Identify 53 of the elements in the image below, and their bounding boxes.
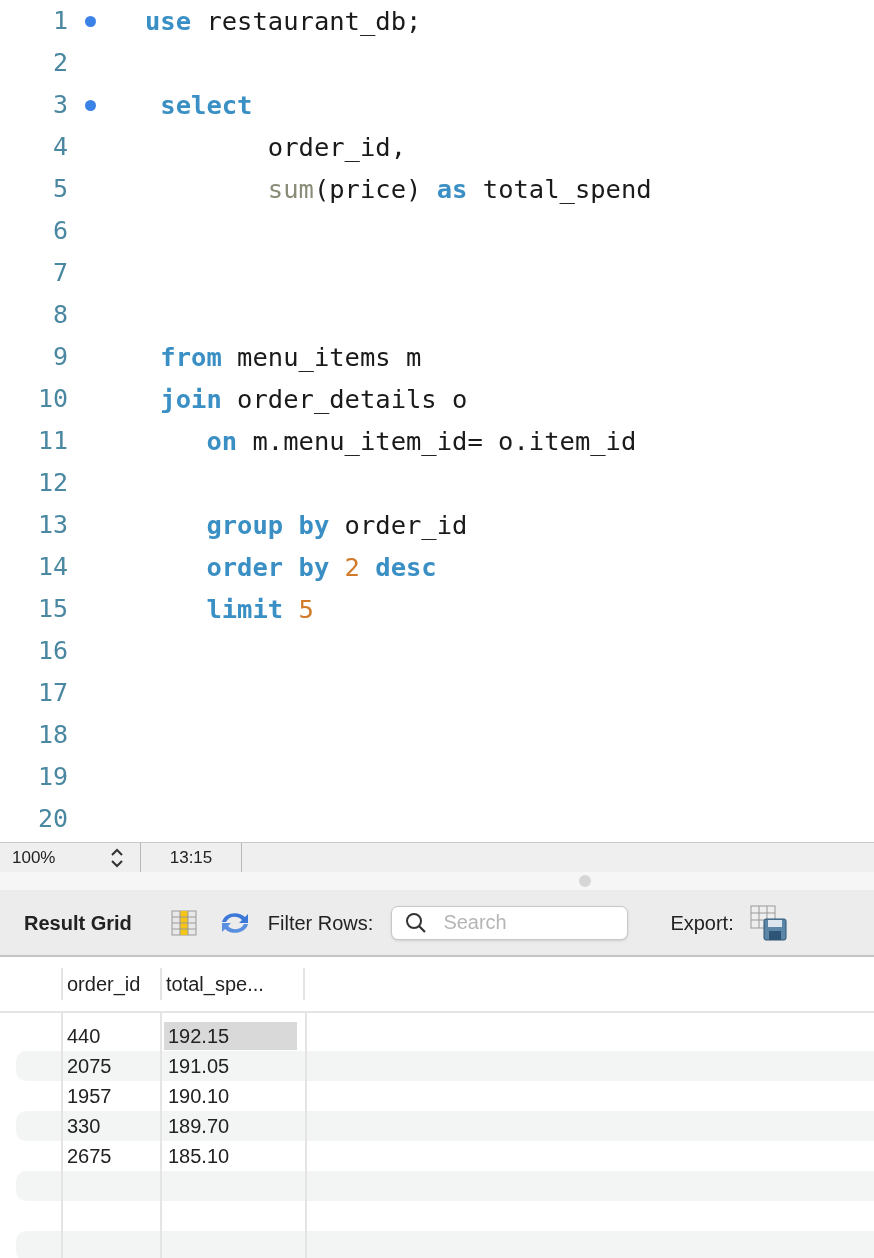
column-header[interactable]: order_id xyxy=(61,968,160,1000)
code-line: use restaurant_db; xyxy=(145,4,422,38)
line-number: 19 xyxy=(36,761,68,794)
table-cell[interactable]: 1957 xyxy=(63,1082,157,1110)
line-number: 12 xyxy=(36,467,68,500)
table-cell[interactable]: 192.15 xyxy=(164,1022,297,1050)
table-cell[interactable]: 191.05 xyxy=(164,1052,297,1080)
filter-rows-label: Filter Rows: xyxy=(267,910,374,936)
code-line: join order_details o xyxy=(159,382,468,416)
line-number: 16 xyxy=(36,635,68,668)
line-number: 1 xyxy=(51,5,68,38)
splitter-handle[interactable] xyxy=(579,875,591,887)
code-line: order_id, xyxy=(266,130,406,164)
line-number: 17 xyxy=(36,677,68,710)
code-line: limit 5 xyxy=(205,592,314,626)
code-line: on m.menu_item_id= o.item_id xyxy=(205,424,637,458)
line-number: 11 xyxy=(36,425,68,458)
line-number: 7 xyxy=(51,257,68,290)
cursor-position: 13:15 xyxy=(168,846,214,869)
line-number: 13 xyxy=(36,509,68,542)
search-icon xyxy=(405,911,428,934)
code-line: group by order_id xyxy=(205,508,468,542)
line-number: 20 xyxy=(36,803,68,836)
export-label: Export: xyxy=(670,910,734,936)
line-number: 15 xyxy=(36,593,68,626)
table-cell[interactable]: 2675 xyxy=(63,1142,157,1170)
line-number: 5 xyxy=(51,173,68,206)
export-icon[interactable] xyxy=(749,904,788,941)
line-number: 10 xyxy=(36,383,68,416)
table-cell[interactable]: 2075 xyxy=(63,1052,157,1080)
search-field[interactable]: Search xyxy=(391,905,629,940)
line-number: 9 xyxy=(51,341,68,374)
line-number: 6 xyxy=(51,215,68,248)
table-cell[interactable]: 440 xyxy=(63,1022,157,1050)
column-header[interactable]: total_spe... xyxy=(160,968,305,1000)
line-number: 14 xyxy=(36,551,68,584)
table-cell[interactable]: 330 xyxy=(63,1112,157,1140)
line-number: 2 xyxy=(51,47,68,80)
line-number: 3 xyxy=(51,89,68,122)
line-number: 18 xyxy=(36,719,68,752)
code-line: order by 2 desc xyxy=(205,550,437,584)
table-cell[interactable]: 189.70 xyxy=(164,1112,297,1140)
line-number: 4 xyxy=(51,131,68,164)
table-cell[interactable]: 185.10 xyxy=(164,1142,297,1170)
result-grid-title: Result Grid xyxy=(24,910,132,936)
code-line: sum(price) as total_spend xyxy=(266,172,652,206)
code-line: select xyxy=(159,88,253,122)
code-line: from menu_items m xyxy=(159,340,422,374)
table-cell[interactable]: 190.10 xyxy=(164,1082,297,1110)
column-grid-icon[interactable] xyxy=(169,908,198,937)
line-number: 8 xyxy=(51,299,68,332)
stepper-icon[interactable] xyxy=(110,846,124,869)
zoom-level: 100% xyxy=(11,846,57,869)
